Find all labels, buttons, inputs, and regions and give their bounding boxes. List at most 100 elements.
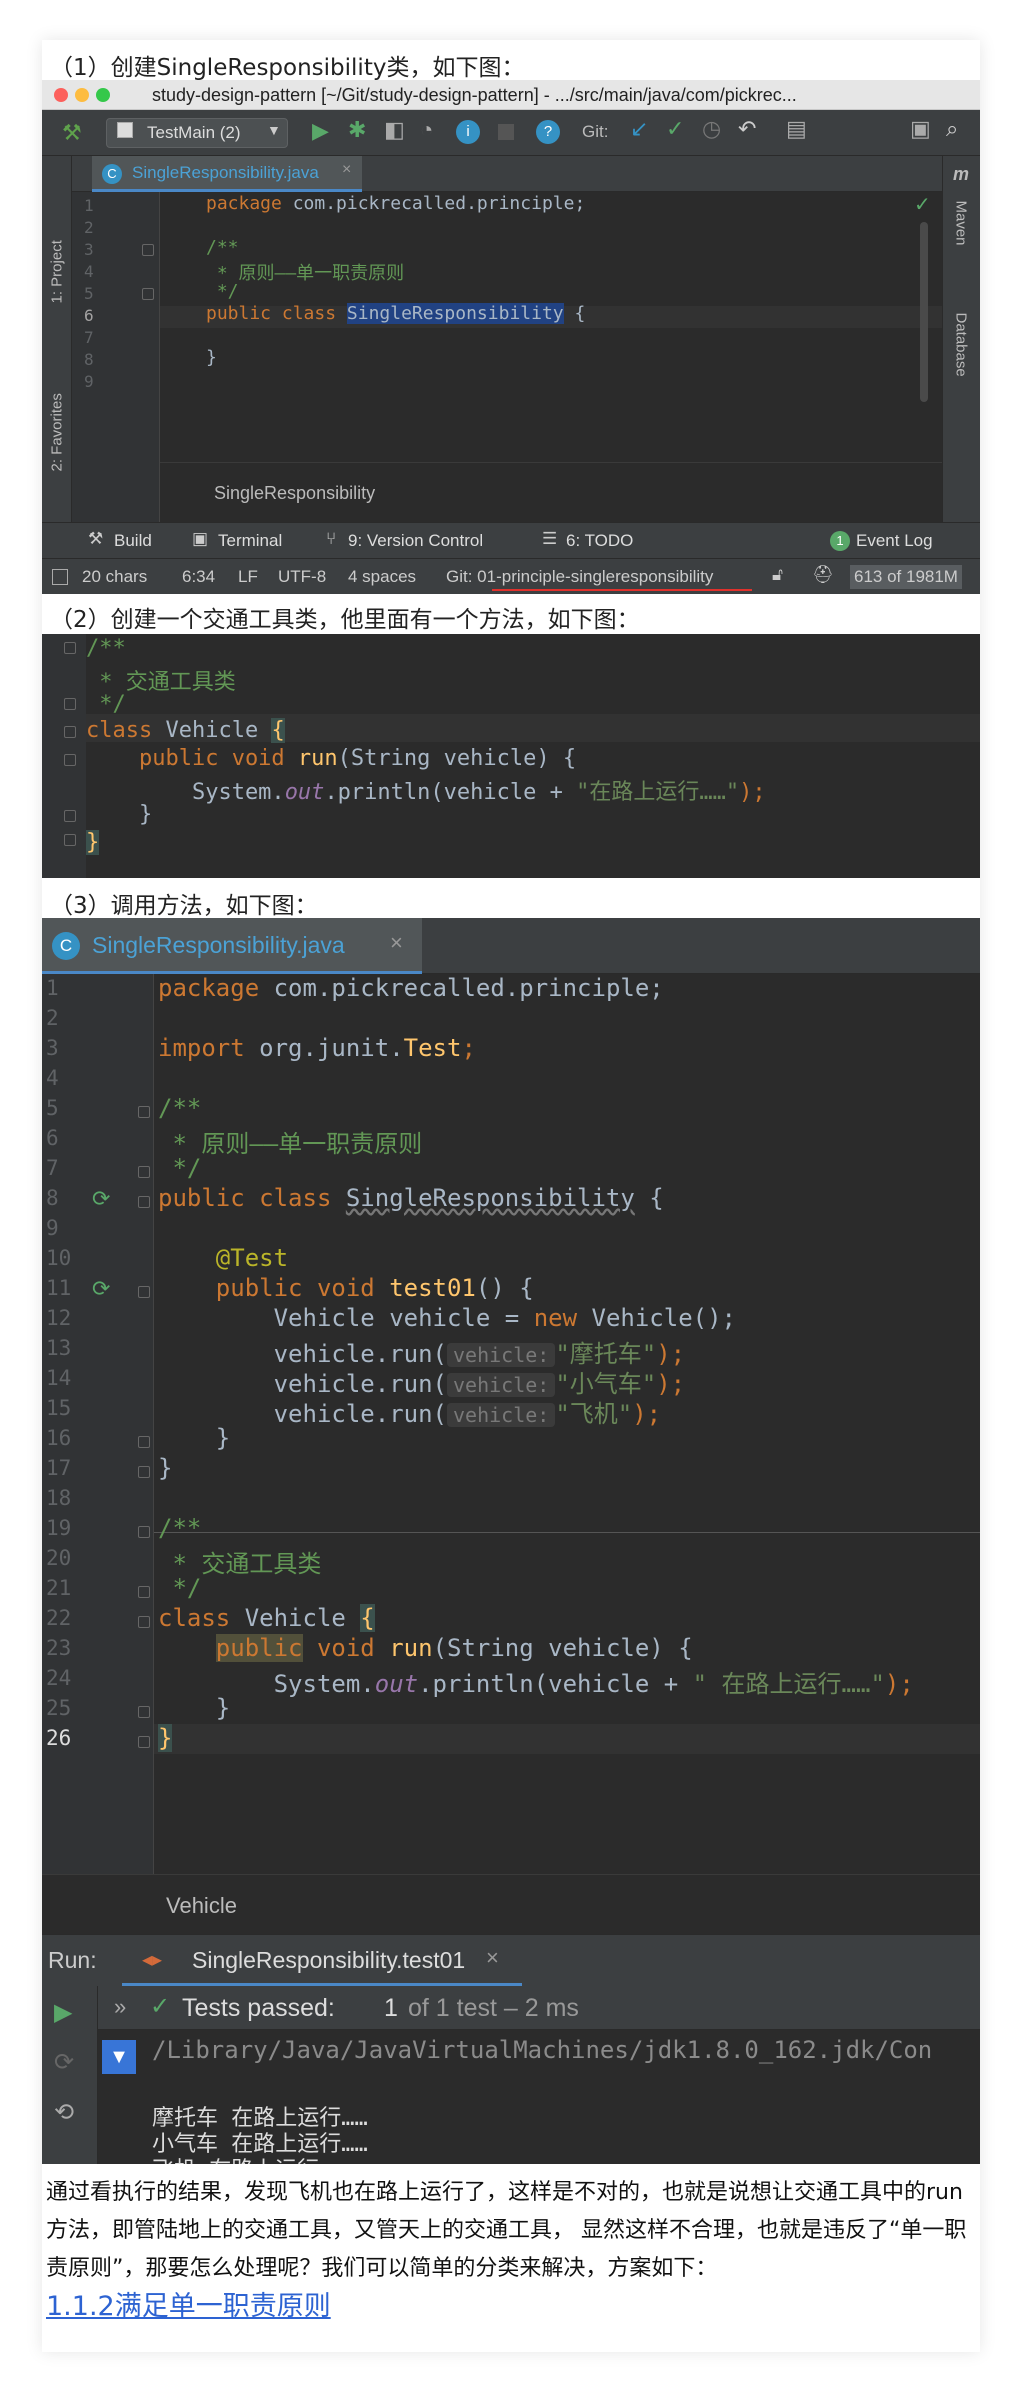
- status-git-branch[interactable]: Git: 01-principle-singleresponsibility: [446, 567, 713, 587]
- run-icon[interactable]: ▶: [312, 118, 329, 144]
- fold-marker[interactable]: [138, 1706, 150, 1718]
- terminal-icon: ▣: [192, 529, 209, 548]
- fold-marker[interactable]: [64, 698, 76, 710]
- code-editor[interactable]: package com.pickrecalled.principle; /** …: [160, 192, 942, 522]
- fold-marker[interactable]: [64, 726, 76, 738]
- tab-single-responsibility[interactable]: C SingleResponsibility.java ×: [42, 918, 422, 974]
- coverage-icon[interactable]: ◧: [384, 117, 405, 143]
- code-line: class Vehicle {: [158, 1604, 375, 1632]
- debug-icon[interactable]: ✱: [348, 117, 366, 143]
- revert-icon[interactable]: ↶: [738, 116, 756, 142]
- fold-marker[interactable]: [64, 754, 76, 766]
- status-position[interactable]: 6:34: [182, 567, 215, 587]
- code-editor[interactable]: package com.pickrecalled.principle; impo…: [154, 974, 980, 1814]
- scroll-down-icon[interactable]: ▼: [102, 2040, 136, 2074]
- tool-build[interactable]: Build: [114, 531, 152, 551]
- presentation-icon[interactable]: ▣: [910, 116, 931, 142]
- rerun-icon[interactable]: ▶: [54, 1998, 72, 2027]
- git-commit-icon[interactable]: ✓: [666, 116, 684, 142]
- close-window-button[interactable]: [54, 88, 68, 102]
- rerun-failed-icon[interactable]: ⟳: [54, 2048, 74, 2077]
- tool-event-log[interactable]: Event Log: [856, 531, 933, 551]
- tab-label: SingleResponsibility.java: [132, 163, 319, 182]
- inspector-icon[interactable]: ⛑︎: [812, 565, 834, 585]
- status-indent[interactable]: 4 spaces: [348, 567, 416, 587]
- bottom-tool-bar: ⚒ Build ▣ Terminal ⑂ 9: Version Control …: [42, 522, 980, 558]
- line-number: 6: [84, 306, 94, 325]
- todo-icon: ☰: [542, 529, 558, 548]
- run-tab[interactable]: ◂▸ SingleResponsibility.test01 ×: [122, 1935, 522, 1987]
- line-number: 24: [46, 1666, 72, 1690]
- fold-marker[interactable]: [64, 834, 76, 846]
- lock-icon[interactable]: 🔓︎: [772, 565, 783, 585]
- tool-todo[interactable]: 6: TODO: [566, 531, 633, 551]
- code-editor[interactable]: /** * 交通工具类 */ class Vehicle { public vo…: [86, 634, 980, 878]
- panel-toggle-icon[interactable]: [52, 569, 68, 585]
- code-line: /**: [158, 1514, 202, 1542]
- fold-marker[interactable]: [138, 1736, 150, 1748]
- code-line: package com.pickrecalled.principle;: [158, 974, 664, 1002]
- expand-icon[interactable]: »: [114, 1994, 126, 2020]
- close-tab-icon[interactable]: ×: [342, 161, 351, 179]
- run-test-gutter-icon[interactable]: ⟳: [92, 1186, 110, 1212]
- close-tab-icon[interactable]: ×: [486, 1945, 499, 1971]
- run-test-gutter-icon[interactable]: ⟳: [92, 1276, 110, 1302]
- tool-version-control[interactable]: 9: Version Control: [348, 531, 483, 551]
- minimize-window-button[interactable]: [75, 88, 89, 102]
- code-line: class Vehicle {: [86, 718, 285, 743]
- code-line: System.out.println(vehicle + "在路上运行……");: [86, 780, 766, 805]
- status-encoding[interactable]: UTF-8: [278, 567, 326, 587]
- fold-marker[interactable]: [138, 1526, 150, 1538]
- code-line: }: [158, 1724, 173, 1752]
- tab-label: SingleResponsibility.java: [92, 932, 345, 958]
- line-number: 6: [46, 1126, 59, 1150]
- git-update-icon[interactable]: ↙: [630, 116, 648, 142]
- toggle-auto-test-icon[interactable]: ⟲: [54, 2098, 74, 2127]
- hammer-build-icon[interactable]: ⚒: [62, 120, 82, 146]
- info-icon[interactable]: i: [456, 120, 480, 144]
- fold-marker[interactable]: [142, 244, 154, 256]
- status-line-ending[interactable]: LF: [238, 567, 258, 587]
- fold-marker[interactable]: [64, 810, 76, 822]
- build-icon: ⚒: [88, 529, 104, 548]
- fold-marker[interactable]: [138, 1466, 150, 1478]
- fold-marker[interactable]: [138, 1196, 150, 1208]
- fold-marker[interactable]: [138, 1586, 150, 1598]
- help-icon[interactable]: ?: [536, 120, 560, 144]
- tab-single-responsibility[interactable]: C SingleResponsibility.java ×: [92, 156, 362, 192]
- line-number: 7: [84, 328, 94, 347]
- chevron-down-icon: ▼: [267, 122, 281, 138]
- history-icon[interactable]: ◷: [702, 116, 721, 142]
- zoom-window-button[interactable]: [96, 88, 110, 102]
- code-line: System.out.println(vehicle + " 在路上运行……")…: [158, 1670, 914, 1698]
- fold-marker[interactable]: [142, 288, 154, 300]
- fold-marker[interactable]: [138, 1286, 150, 1298]
- code-line: public void test01() {: [158, 1274, 534, 1302]
- project-structure-icon[interactable]: ▤: [786, 116, 807, 142]
- tool-database[interactable]: Database: [953, 313, 970, 397]
- fold-marker[interactable]: [138, 1616, 150, 1628]
- editor-scrollbar[interactable]: [920, 222, 928, 402]
- git-label: Git:: [582, 122, 609, 141]
- editor-breadcrumb: Vehicle: [42, 1874, 980, 1934]
- fold-marker[interactable]: [138, 1106, 150, 1118]
- fold-marker[interactable]: [138, 1166, 150, 1178]
- maven-icon[interactable]: m: [953, 164, 969, 185]
- tool-project[interactable]: 1: Project: [49, 210, 66, 303]
- run-config-select[interactable]: TestMain (2) ▼: [106, 118, 288, 148]
- breadcrumb-item[interactable]: Vehicle: [166, 1893, 237, 1919]
- memory-indicator[interactable]: 613 of 1981M: [850, 565, 962, 589]
- breadcrumb-item[interactable]: SingleResponsibility: [214, 483, 375, 504]
- tool-maven[interactable]: Maven: [953, 201, 970, 261]
- stop-icon[interactable]: [498, 124, 514, 140]
- search-icon[interactable]: ⌕: [946, 116, 958, 142]
- code-line: */: [158, 1574, 202, 1602]
- next-section-link[interactable]: 1.1.2满足单一职责原则: [46, 2284, 331, 2323]
- fold-marker[interactable]: [64, 642, 76, 654]
- close-tab-icon[interactable]: ×: [390, 930, 403, 956]
- fold-marker[interactable]: [138, 1436, 150, 1448]
- tool-terminal[interactable]: Terminal: [218, 531, 282, 551]
- profile-icon[interactable]: ◔: [420, 117, 433, 143]
- code-line: public void run(String vehicle) {: [86, 746, 577, 771]
- tool-favorites[interactable]: 2: Favorites: [49, 358, 66, 471]
